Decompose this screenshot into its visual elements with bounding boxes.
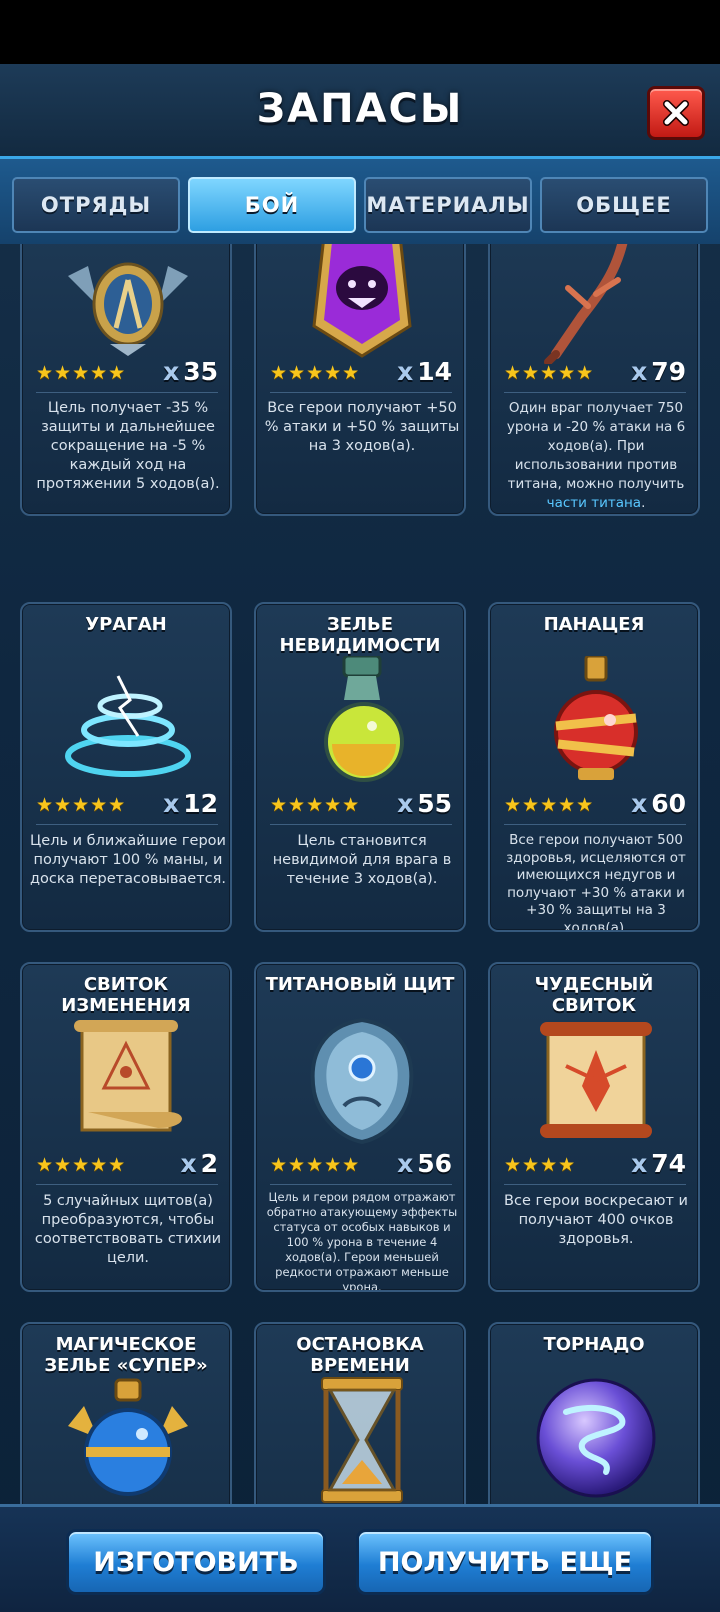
item-name: ПАНАЦЕЯ xyxy=(543,614,645,635)
divider xyxy=(36,824,218,825)
item-name: МАГИЧЕСКОЕ ЗЕЛЬЕ «СУПЕР» xyxy=(44,1334,208,1376)
bottom-action-bar: ИЗГОТОВИТЬ ПОЛУЧИТЬ ЕЩЕ xyxy=(0,1504,720,1612)
get-more-button[interactable]: ПОЛУЧИТЬ ЕЩЕ xyxy=(356,1529,654,1595)
item-description: 5 случайных щитов(а) преобразуются, чтоб… xyxy=(34,1193,222,1266)
star-rating: ★★★★★ xyxy=(36,794,127,816)
star-rating: ★★★★★ xyxy=(36,1154,127,1176)
item-count: x 12 xyxy=(163,789,218,818)
item-count: x 55 xyxy=(397,789,452,818)
potion-green-icon xyxy=(324,656,404,782)
item-description: Цель и герои рядом отражают обратно атак… xyxy=(266,1190,458,1292)
trident-icon xyxy=(544,244,628,364)
item-name: ОСТАНОВКА ВРЕМЕНИ xyxy=(296,1334,424,1376)
mana-potion-icon xyxy=(68,1378,188,1496)
item-card[interactable]: ЗЕЛЬЕ НЕВИДИМОСТИ ★★★★★ x 55 Цель станови… xyxy=(254,602,466,932)
item-name: УРАГАН xyxy=(85,614,167,635)
item-count: x2 xyxy=(180,1149,218,1178)
item-name: ЗЕЛЬЕ НЕВИДИМОСТИ xyxy=(279,614,441,656)
divider xyxy=(270,1184,452,1185)
item-name: ТОРНАДО xyxy=(543,1334,645,1355)
status-bar xyxy=(0,0,720,64)
scroll-icon xyxy=(74,1020,182,1132)
item-description: Цель получает -35 % защиты и дальнейшее … xyxy=(36,400,220,492)
page-title: ЗАПАСЫ xyxy=(256,86,464,132)
star-rating: ★★★★★ xyxy=(504,794,595,816)
item-card[interactable]: ★★★★★ x 35 Цель получает -35 % защиты и д… xyxy=(20,244,232,516)
tab-materials[interactable]: МАТЕРИАЛЫ xyxy=(364,177,532,233)
star-rating: ★★★★★ xyxy=(270,362,361,384)
item-card[interactable]: ★★★★★ x 14 Все герои получают +50 % атаки… xyxy=(254,244,466,516)
hurricane-icon xyxy=(65,675,191,777)
item-count: x 14 xyxy=(397,357,452,386)
divider xyxy=(36,392,218,393)
close-button[interactable] xyxy=(647,86,705,140)
item-name: ТИТАНОВЫЙ ЩИТ xyxy=(265,974,455,995)
item-count: x 79 xyxy=(631,357,686,386)
item-count: x 74 xyxy=(631,1149,686,1178)
item-grid[interactable]: ★★★★★ x 35 Цель получает -35 % защиты и д… xyxy=(0,244,720,1554)
item-description: Все герои воскресают и получают 400 очко… xyxy=(504,1193,688,1247)
star-rating: ★★★★★ xyxy=(504,362,595,384)
item-name: ЧУДЕСНЫЙ СВИТОК xyxy=(534,974,654,1016)
item-description: Один враг получает 750 урона и -20 % ата… xyxy=(506,400,686,511)
titan-parts-link[interactable]: части титана xyxy=(547,495,641,511)
divider xyxy=(270,392,452,393)
item-description: Цель и ближайшие герои получают 100 % ма… xyxy=(30,833,226,887)
tornado-orb-icon xyxy=(536,1378,656,1498)
item-count: x 60 xyxy=(631,789,686,818)
hourglass-icon xyxy=(321,1377,403,1503)
item-card[interactable]: ★★★★★ x 79 Один враг получает 750 урона и… xyxy=(488,244,700,516)
close-icon xyxy=(663,100,689,126)
item-count: x 56 xyxy=(397,1149,452,1178)
item-name: СВИТОК ИЗМЕНЕНИЯ xyxy=(61,974,191,1016)
miracle-scroll-icon xyxy=(540,1022,652,1138)
craft-button[interactable]: ИЗГОТОВИТЬ xyxy=(66,1529,326,1595)
tab-battle[interactable]: БОЙ xyxy=(188,177,356,233)
divider xyxy=(36,1184,218,1185)
item-description: Все герои получают +50 % атаки и +50 % з… xyxy=(264,400,460,454)
item-description: Все герои получают 500 здоровья, исцеляю… xyxy=(506,832,686,932)
item-card[interactable]: ЧУДЕСНЫЙ СВИТОК ★★★★ x 74 Все герои воскр… xyxy=(488,962,700,1292)
tab-general[interactable]: ОБЩЕЕ xyxy=(540,177,708,233)
star-rating: ★★★★★ xyxy=(36,362,127,384)
inventory-screen: ЗАПАСЫ ОТРЯДЫ БОЙ МАТЕРИАЛЫ ОБЩЕЕ ★★★★★ … xyxy=(0,64,720,1612)
titan-shield-icon xyxy=(310,1017,414,1144)
divider xyxy=(504,1184,686,1185)
title-bar: ЗАПАСЫ xyxy=(0,64,720,160)
item-count: x 35 xyxy=(163,357,218,386)
shield-wings-icon xyxy=(68,262,188,356)
item-card[interactable]: ТИТАНОВЫЙ ЩИТ ★★★★★ x 56 Цель и герои ряд… xyxy=(254,962,466,1292)
divider xyxy=(270,824,452,825)
star-rating: ★★★★★ xyxy=(270,794,361,816)
tabs-bar: ОТРЯДЫ БОЙ МАТЕРИАЛЫ ОБЩЕЕ xyxy=(0,156,720,244)
divider xyxy=(504,392,686,393)
item-card[interactable]: ПАНАЦЕЯ ★★★★★ x 60 Все герои получают 500… xyxy=(488,602,700,932)
item-card[interactable]: УРАГАН ★★★★★ x 12 Цель и ближайшие герои … xyxy=(20,602,232,932)
demon-banner-icon xyxy=(312,244,412,358)
divider xyxy=(504,824,686,825)
item-card[interactable]: СВИТОК ИЗМЕНЕНИЯ ★★★★★ x2 5 случайных щи… xyxy=(20,962,232,1292)
tab-squads[interactable]: ОТРЯДЫ xyxy=(12,177,180,233)
item-description: Цель становится невидимой для врага в те… xyxy=(272,833,452,887)
star-rating: ★★★★ xyxy=(504,1154,577,1176)
star-rating: ★★★★★ xyxy=(270,1154,361,1176)
panacea-icon xyxy=(554,656,638,780)
